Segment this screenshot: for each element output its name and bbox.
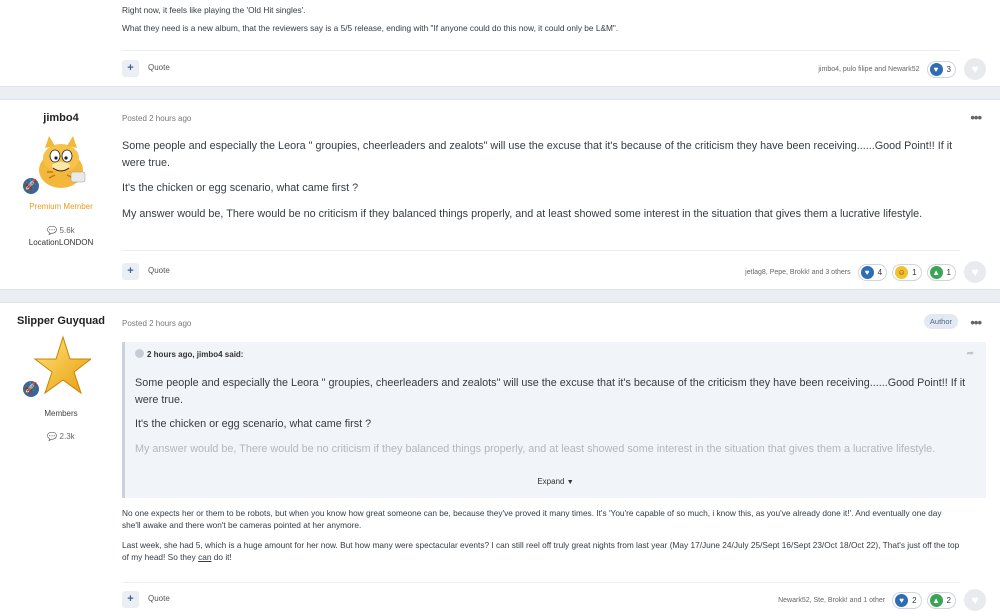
quote-text: It's the chicken or egg scenario, what c…	[135, 418, 372, 431]
quote-button[interactable]: Quote	[148, 594, 170, 603]
post-actions: + Quote jetlag8, Pepe, Brokk! and 3 othe…	[122, 261, 986, 283]
caret-down-icon: ▼	[566, 479, 574, 486]
heart-icon: ♥	[971, 265, 979, 279]
like-button[interactable]: ♥	[964, 589, 986, 611]
collapse-toggle-icon[interactable]	[135, 349, 144, 358]
author-panel: jimbo4 🚀 Premium Member 💬 5.6k LocationL…	[0, 112, 122, 247]
post-content: Right now, it feels like playing the 'Ol…	[122, 4, 960, 40]
avatar[interactable]: 🚀	[21, 335, 93, 399]
divider	[122, 582, 960, 583]
more-options-icon[interactable]: •••	[970, 315, 982, 330]
reaction-count-thanks[interactable]: ▲ 2	[926, 591, 956, 609]
reaction-names[interactable]: Newark52, Ste, Brokk! and 1 other	[778, 597, 885, 604]
heart-icon: ♥	[929, 62, 943, 76]
reaction-count-heart[interactable]: ♥ 2	[892, 591, 922, 609]
underlined-text: can	[198, 552, 212, 563]
reaction-count-heart[interactable]: ♥ 3	[926, 60, 956, 78]
reactions-summary: jetlag8, Pepe, Brokk! and 3 others ♥ 4 ☺…	[745, 261, 956, 283]
post-text: It's the chicken or egg scenario, what c…	[122, 182, 359, 195]
share-arrow-icon[interactable]: ➦	[966, 348, 974, 359]
post-date[interactable]: Posted 2 hours ago	[122, 319, 191, 328]
thumbs-up-icon: ▲	[929, 593, 943, 607]
post: Right now, it feels like playing the 'Ol…	[0, 0, 1000, 87]
multiquote-button[interactable]: +	[122, 263, 139, 280]
post-text: Last week, she had 5, which is a huge am…	[122, 540, 960, 563]
post-text: No one expects her or them to be robots,…	[122, 508, 942, 531]
post: Slipper Guyquad 🚀 Members 💬 2.3k Posted …	[0, 302, 1000, 616]
rocket-rank-icon: 🚀	[21, 176, 41, 196]
author-name[interactable]: jimbo4	[0, 112, 122, 124]
author-panel: Slipper Guyquad 🚀 Members 💬 2.3k	[0, 315, 122, 441]
like-button[interactable]: ♥	[964, 261, 986, 283]
member-title: Members	[44, 409, 78, 418]
heart-icon: ♥	[971, 62, 979, 76]
post-text: Right now, it feels like playing the 'Ol…	[122, 5, 306, 15]
quoted-post: 2 hours ago, jimbo4 said: ➦ Some people …	[122, 342, 986, 498]
more-options-icon[interactable]: •••	[970, 110, 982, 125]
reaction-count-heart[interactable]: ♥ 4	[857, 263, 888, 281]
comment-icon: 💬	[47, 432, 58, 441]
post-actions: + Quote Newark52, Ste, Brokk! and 1 othe…	[122, 589, 986, 611]
post-text: What they need is a new album, that the …	[122, 23, 619, 34]
quote-text-faded: My answer would be, There would be no cr…	[135, 443, 936, 456]
quote-text: Some people and especially the Leora " g…	[135, 377, 966, 406]
multiquote-button[interactable]: +	[122, 591, 139, 608]
reactions-summary: Newark52, Ste, Brokk! and 1 other ♥ 2 ▲ …	[778, 589, 956, 611]
laughing-face-icon: ☺	[895, 265, 909, 279]
like-button[interactable]: ♥	[964, 58, 986, 80]
reaction-count-haha[interactable]: ☺ 1	[892, 263, 922, 281]
quote-content: Some people and especially the Leora " g…	[135, 375, 970, 465]
quote-header[interactable]: 2 hours ago, jimbo4 said:	[135, 349, 243, 359]
heart-icon: ♥	[971, 593, 979, 607]
post-text: Some people and especially the Leora " g…	[122, 140, 953, 169]
post-content: No one expects her or them to be robots,…	[122, 507, 960, 569]
post-count: 💬 5.6k	[47, 226, 75, 235]
author-name[interactable]: Slipper Guyquad	[0, 315, 122, 327]
avatar[interactable]: 🚀	[21, 132, 91, 196]
post-text: My answer would be, There would be no cr…	[122, 208, 923, 221]
author-badge: Author	[923, 314, 958, 329]
expand-button[interactable]: Expand ▼	[125, 477, 986, 486]
reaction-names[interactable]: jimbo4, pulo filipe and Newark52	[818, 66, 919, 73]
reaction-count-thanks[interactable]: ▲ 1	[926, 263, 956, 281]
post: jimbo4 🚀 Premium Member 💬 5.6k LocationL…	[0, 99, 1000, 290]
author-location: LocationLONDON	[28, 238, 94, 247]
post-count: 💬 2.3k	[47, 432, 75, 441]
rocket-rank-icon: 🚀	[21, 379, 41, 399]
quote-button[interactable]: Quote	[148, 63, 170, 72]
member-title: Premium Member	[29, 202, 93, 211]
multiquote-button[interactable]: +	[122, 60, 139, 77]
quote-button[interactable]: Quote	[148, 266, 170, 275]
post-content: Some people and especially the Leora " g…	[122, 138, 960, 232]
divider	[122, 250, 960, 251]
divider	[122, 50, 960, 51]
comment-icon: 💬	[47, 226, 58, 235]
reaction-names[interactable]: jetlag8, Pepe, Brokk! and 3 others	[745, 269, 850, 276]
post-actions: + Quote jimbo4, pulo filipe and Newark52…	[122, 58, 986, 80]
reactions-summary: jimbo4, pulo filipe and Newark52 ♥ 3	[818, 58, 956, 80]
heart-icon: ♥	[860, 265, 874, 279]
thumbs-up-icon: ▲	[929, 265, 943, 279]
post-date[interactable]: Posted 2 hours ago	[122, 114, 191, 123]
heart-icon: ♥	[895, 593, 909, 607]
